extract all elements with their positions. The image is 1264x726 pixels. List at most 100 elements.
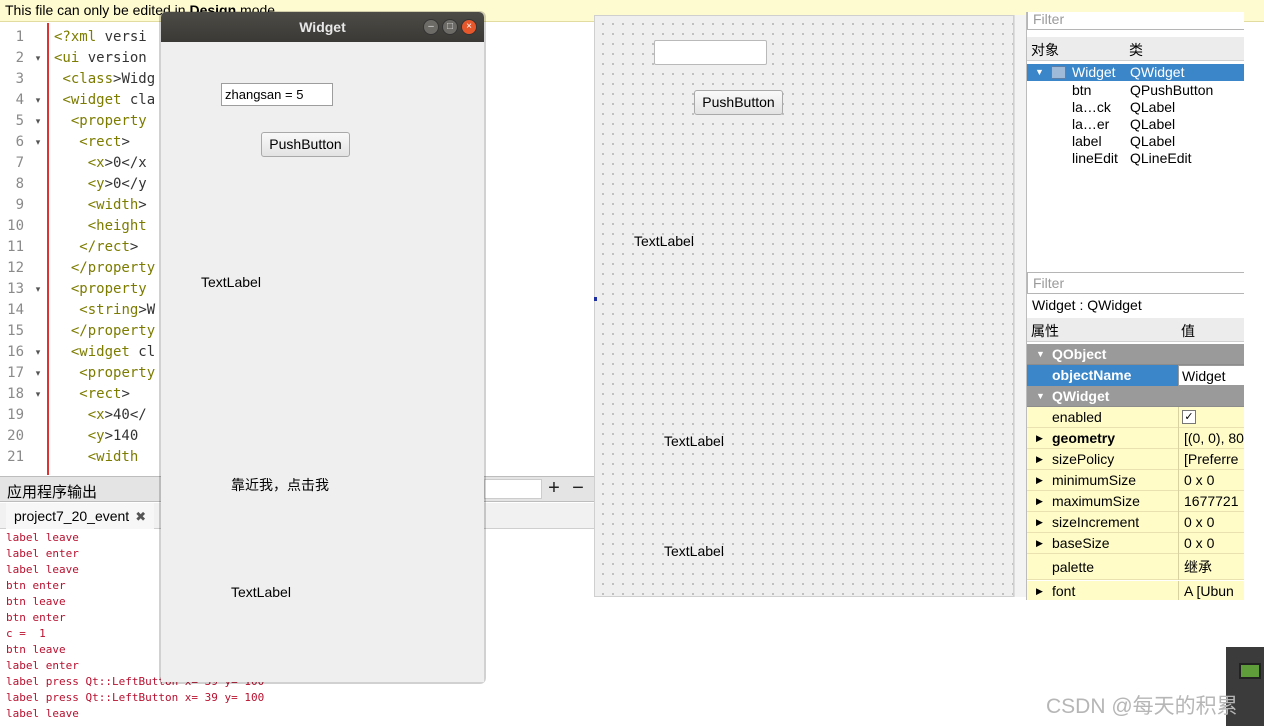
expand-arrow-icon[interactable]: ▶ bbox=[1036, 470, 1043, 491]
code-lines[interactable]: <?xml versi <ui version <class>Widg <widg… bbox=[54, 27, 155, 468]
designer-text-label-2[interactable]: TextLabel bbox=[664, 433, 724, 449]
code-line[interactable]: <x>0</x bbox=[54, 153, 155, 174]
push-button[interactable]: PushButton bbox=[261, 132, 350, 157]
minus-icon[interactable]: − bbox=[567, 477, 589, 501]
close-icon[interactable]: ✖ bbox=[135, 509, 146, 524]
code-line[interactable]: </property bbox=[54, 321, 155, 342]
property-row-minimumsize[interactable]: ▶ minimumSize 0 x 0 bbox=[1027, 470, 1244, 491]
text-label-3: TextLabel bbox=[231, 584, 291, 600]
code-line[interactable]: <y>140 bbox=[54, 426, 155, 447]
property-value[interactable]: A [Ubun bbox=[1181, 581, 1244, 600]
widget-window: Widget – □ × zhangsan = 5 PushButton Tex… bbox=[161, 12, 484, 682]
object-row[interactable]: la…ck QLabel bbox=[1027, 99, 1244, 116]
xml-tag-token: <string bbox=[79, 302, 139, 318]
property-row-enabled[interactable]: enabled ✓ bbox=[1027, 407, 1244, 428]
property-name: font bbox=[1052, 583, 1076, 599]
property-value[interactable]: 0 x 0 bbox=[1181, 470, 1244, 491]
code-line[interactable]: <ui version bbox=[54, 48, 155, 69]
property-filter-input[interactable]: Filter bbox=[1027, 272, 1244, 294]
code-line[interactable]: <x>40</ bbox=[54, 405, 155, 426]
property-row-sizeincrement[interactable]: ▶ sizeIncrement 0 x 0 bbox=[1027, 512, 1244, 533]
fold-arrow-icon[interactable]: ▾ bbox=[28, 111, 48, 132]
property-value[interactable]: 1677721 bbox=[1181, 491, 1244, 512]
output-filter-input[interactable] bbox=[484, 479, 542, 499]
code-line[interactable]: <width> bbox=[54, 195, 155, 216]
object-row[interactable]: btn QPushButton bbox=[1027, 82, 1244, 99]
expand-arrow-icon[interactable]: ▶ bbox=[1036, 449, 1043, 470]
maximize-icon[interactable]: □ bbox=[442, 19, 458, 35]
property-value[interactable]: [(0, 0), 80 bbox=[1181, 428, 1244, 449]
column-property-header[interactable]: 属性 bbox=[1031, 321, 1059, 341]
code-line[interactable]: <string>W bbox=[54, 300, 155, 321]
code-line[interactable]: </property bbox=[54, 258, 155, 279]
designer-form-canvas[interactable]: PushButton TextLabel TextLabel TextLabel bbox=[594, 15, 1014, 597]
designer-text-label-3[interactable]: TextLabel bbox=[664, 543, 724, 559]
fold-arrow-icon[interactable]: ▾ bbox=[28, 90, 48, 111]
object-row[interactable]: la…er QLabel bbox=[1027, 116, 1244, 133]
property-value[interactable]: [Preferre bbox=[1181, 449, 1244, 470]
column-class-header[interactable]: 类 bbox=[1129, 40, 1143, 60]
code-line[interactable]: <height bbox=[54, 216, 155, 237]
object-name-editor[interactable]: Widget bbox=[1178, 365, 1244, 386]
property-value[interactable]: 继承 bbox=[1181, 554, 1244, 580]
expand-arrow-icon[interactable]: ▶ bbox=[1036, 491, 1043, 512]
code-line[interactable]: <property bbox=[54, 279, 155, 300]
collapse-arrow-icon[interactable]: ▼ bbox=[1036, 344, 1045, 365]
category-qwidget[interactable]: ▼ QWidget bbox=[1027, 386, 1244, 407]
column-value-header[interactable]: 值 bbox=[1181, 321, 1195, 341]
canvas-scrollbar[interactable] bbox=[1014, 15, 1026, 597]
gpu-tray-icon[interactable] bbox=[1239, 663, 1261, 679]
object-row[interactable]: label QLabel bbox=[1027, 133, 1244, 150]
expand-arrow-icon[interactable]: ▶ bbox=[1036, 512, 1043, 533]
code-line[interactable]: <property bbox=[54, 363, 155, 384]
collapse-arrow-icon[interactable]: ▼ bbox=[1036, 386, 1045, 407]
fold-arrow-icon[interactable]: ▾ bbox=[28, 279, 48, 300]
expand-arrow-icon[interactable]: ▶ bbox=[1036, 533, 1043, 554]
expand-arrow-icon[interactable]: ▶ bbox=[1036, 581, 1043, 600]
fold-arrow-icon[interactable]: ▾ bbox=[28, 384, 48, 405]
hover-click-label[interactable]: 靠近我，点击我 bbox=[231, 475, 329, 495]
output-tab-project[interactable]: project7_20_event ✖ bbox=[6, 503, 155, 529]
property-row-maximumsize[interactable]: ▶ maximumSize 1677721 bbox=[1027, 491, 1244, 512]
property-row-objectname[interactable]: objectName Widget bbox=[1027, 365, 1244, 386]
designer-push-button[interactable]: PushButton bbox=[694, 90, 783, 115]
xml-tag-token: <x bbox=[87, 407, 105, 423]
fold-arrow-icon[interactable]: ▾ bbox=[28, 363, 48, 384]
close-icon[interactable]: × bbox=[461, 19, 477, 35]
category-qobject[interactable]: ▼ QObject bbox=[1027, 344, 1244, 365]
code-line[interactable]: <rect> bbox=[54, 132, 155, 153]
minimize-icon[interactable]: – bbox=[423, 19, 439, 35]
property-row-font[interactable]: ▶ font A [Ubun bbox=[1027, 581, 1244, 600]
property-row-basesize[interactable]: ▶ baseSize 0 x 0 bbox=[1027, 533, 1244, 554]
property-row-palette[interactable]: palette 继承 bbox=[1027, 554, 1244, 580]
fold-arrow-icon[interactable]: ▾ bbox=[28, 342, 48, 363]
designer-line-edit[interactable] bbox=[654, 40, 767, 65]
column-divider bbox=[1178, 533, 1179, 554]
code-line[interactable]: <property bbox=[54, 111, 155, 132]
add-icon[interactable]: + bbox=[543, 477, 565, 501]
designer-text-label-1[interactable]: TextLabel bbox=[634, 233, 694, 249]
expand-arrow-icon[interactable]: ▼ bbox=[1035, 64, 1044, 81]
column-object-header[interactable]: 对象 bbox=[1031, 40, 1059, 60]
property-row-sizepolicy[interactable]: ▶ sizePolicy [Preferre bbox=[1027, 449, 1244, 470]
code-line[interactable]: <widget cla bbox=[54, 90, 155, 111]
line-edit[interactable]: zhangsan = 5 bbox=[221, 83, 333, 106]
enabled-checkbox[interactable]: ✓ bbox=[1182, 410, 1196, 424]
fold-marker-column[interactable]: ▾ ▾ ▾ ▾ ▾ ▾ ▾ ▾ bbox=[28, 27, 48, 468]
expand-arrow-icon[interactable]: ▶ bbox=[1036, 428, 1043, 449]
code-line[interactable]: <y>0</y bbox=[54, 174, 155, 195]
code-line[interactable]: <width bbox=[54, 447, 155, 468]
code-line[interactable]: <class>Widg bbox=[54, 69, 155, 90]
code-line[interactable]: </rect> bbox=[54, 237, 155, 258]
fold-arrow-icon[interactable]: ▾ bbox=[28, 48, 48, 69]
object-row-widget[interactable]: ▼ Widget QWidget bbox=[1027, 64, 1244, 81]
object-row[interactable]: lineEdit QLineEdit bbox=[1027, 150, 1244, 167]
code-line[interactable]: <rect> bbox=[54, 384, 155, 405]
object-filter-input[interactable]: Filter bbox=[1027, 12, 1244, 30]
fold-arrow-icon[interactable]: ▾ bbox=[28, 132, 48, 153]
code-line[interactable]: <?xml versi bbox=[54, 27, 155, 48]
property-row-geometry[interactable]: ▶ geometry [(0, 0), 80 bbox=[1027, 428, 1244, 449]
code-line[interactable]: <widget cl bbox=[54, 342, 155, 363]
property-value[interactable]: 0 x 0 bbox=[1181, 533, 1244, 554]
property-value[interactable]: 0 x 0 bbox=[1181, 512, 1244, 533]
